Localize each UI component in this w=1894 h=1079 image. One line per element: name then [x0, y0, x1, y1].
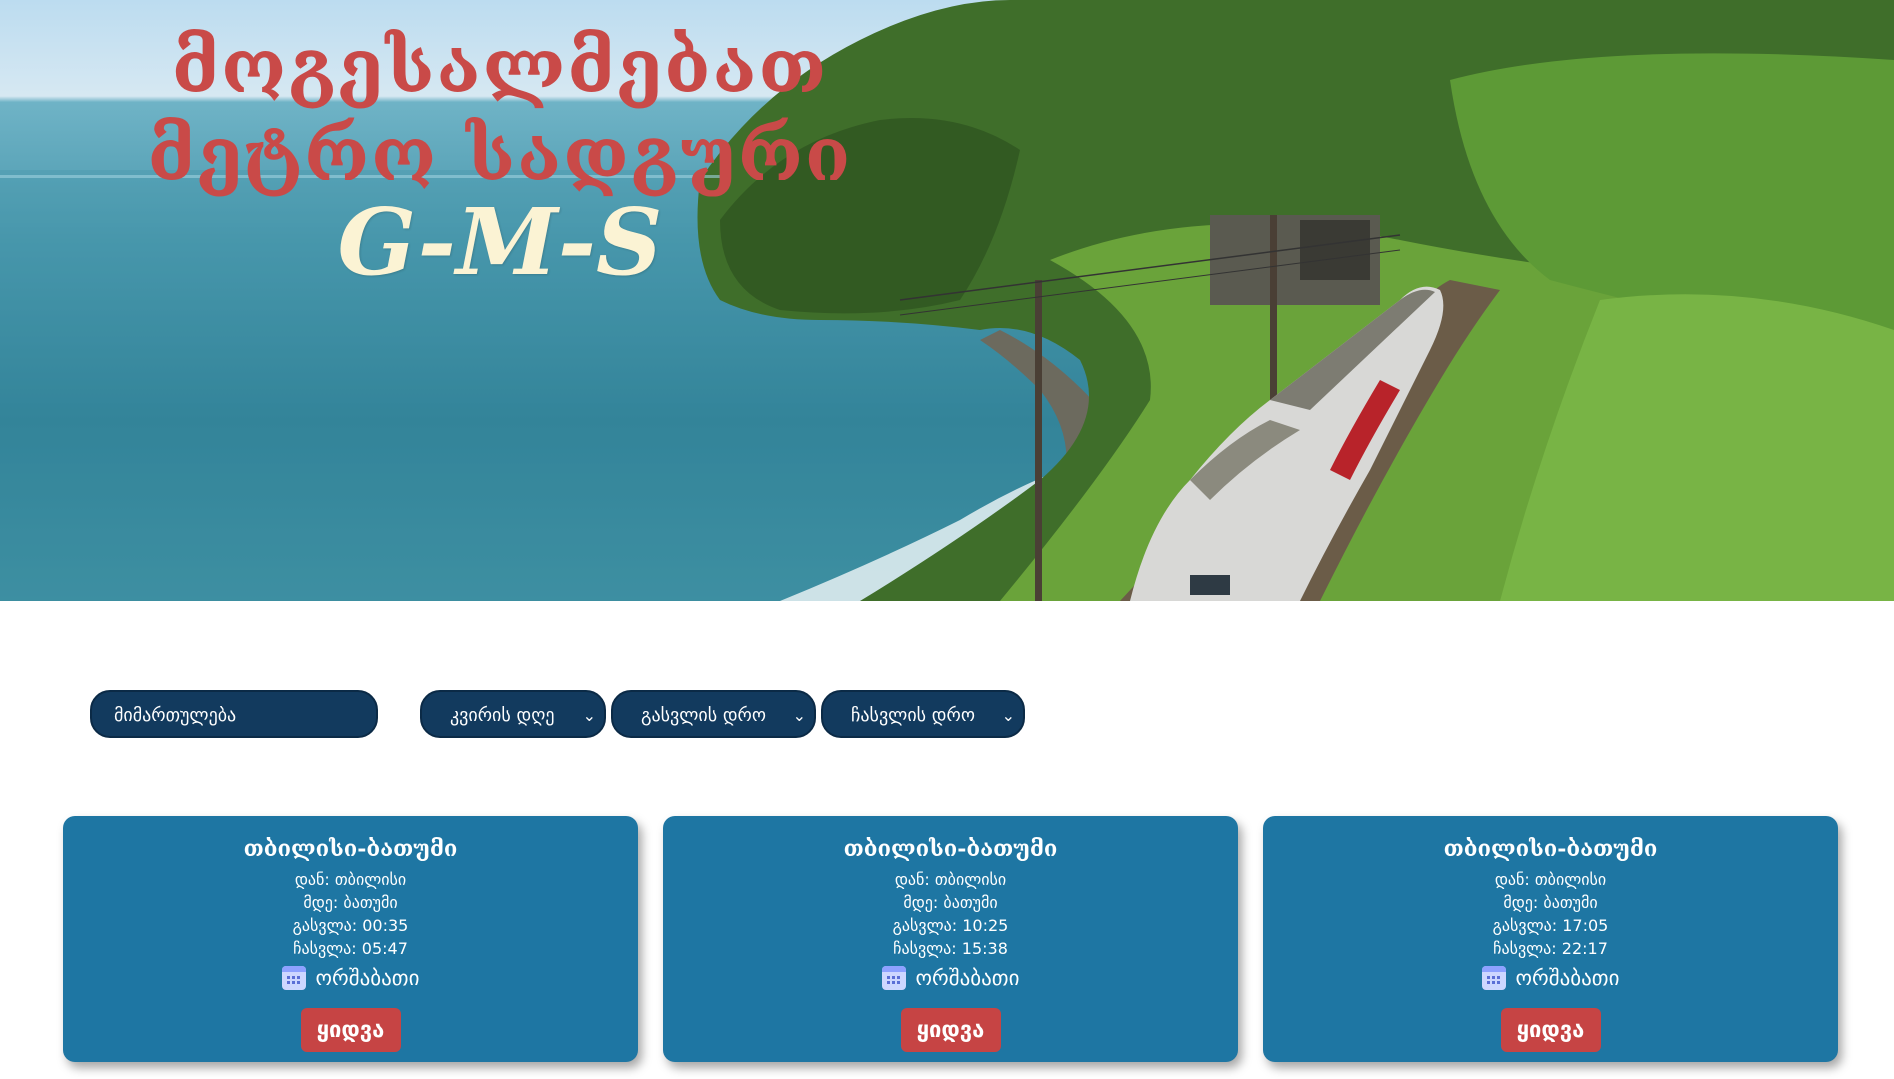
- card-to: მდე: ბათუმი: [303, 893, 398, 912]
- arrival-time-select[interactable]: ჩასვლის დრო ⌄: [821, 690, 1025, 738]
- chevron-down-icon: ⌄: [792, 706, 806, 725]
- train-card-list: თბილისი-ბათუმი დან: თბილისი მდე: ბათუმი …: [0, 816, 1894, 1064]
- buy-button[interactable]: ყიდვა: [300, 1008, 401, 1052]
- card-route: თბილისი-ბათუმი: [843, 836, 1058, 862]
- calendar-icon: [881, 966, 906, 990]
- card-day-label: ორშაბათი: [1515, 966, 1620, 990]
- card-day: ორშაბათი: [881, 966, 1020, 990]
- card-departure: გასვლა: 00:35: [292, 916, 409, 935]
- card-arrival: ჩასვლა: 22:17: [1493, 939, 1608, 958]
- day-select[interactable]: კვირის დღე ⌄: [420, 690, 606, 738]
- calendar-icon: [281, 966, 306, 990]
- card-departure: გასვლა: 17:05: [1492, 916, 1609, 935]
- buy-button[interactable]: ყიდვა: [900, 1008, 1001, 1052]
- card-from: დან: თბილისი: [1494, 870, 1607, 889]
- card-arrival: ჩასვლა: 05:47: [293, 939, 408, 958]
- direction-input[interactable]: მიმართულება: [90, 690, 378, 738]
- train-card: თბილისი-ბათუმი დან: თბილისი მდე: ბათუმი …: [1263, 816, 1838, 1062]
- departure-select-label: გასვლის დრო: [641, 705, 767, 726]
- card-to: მდე: ბათუმი: [903, 893, 998, 912]
- card-day-label: ორშაბათი: [315, 966, 420, 990]
- hero-banner: მოგესალმებათ მეტრო სადგური G-M-S: [0, 0, 1894, 601]
- card-departure: გასვლა: 10:25: [892, 916, 1009, 935]
- buy-button[interactable]: ყიდვა: [1500, 1008, 1601, 1052]
- hero-title-line-1: მოგესალმებათ: [171, 24, 829, 110]
- chevron-down-icon: ⌄: [1001, 706, 1015, 725]
- card-arrival: ჩასვლა: 15:38: [893, 939, 1008, 958]
- card-from: დან: თბილისი: [894, 870, 1007, 889]
- card-day: ორშაბათი: [281, 966, 420, 990]
- card-from: დან: თბილისი: [294, 870, 407, 889]
- hero-title-logo: G-M-S: [337, 188, 663, 296]
- departure-time-select[interactable]: გასვლის დრო ⌄: [611, 690, 816, 738]
- train-card: თბილისი-ბათუმი დან: თბილისი მდე: ბათუმი …: [663, 816, 1238, 1062]
- train-card: თბილისი-ბათუმი დან: თბილისი მდე: ბათუმი …: [63, 816, 638, 1062]
- card-day: ორშაბათი: [1481, 966, 1620, 990]
- chevron-down-icon: ⌄: [582, 706, 596, 725]
- filter-bar: მიმართულება კვირის დღე ⌄ გასვლის დრო ⌄ ჩ…: [0, 690, 1894, 740]
- calendar-icon: [1481, 966, 1506, 990]
- card-day-label: ორშაბათი: [915, 966, 1020, 990]
- day-select-label: კვირის დღე: [450, 705, 555, 726]
- card-route: თბილისი-ბათუმი: [1443, 836, 1658, 862]
- hero-title: მოგესალმებათ მეტრო სადგური G-M-S: [120, 30, 880, 288]
- card-to: მდე: ბათუმი: [1503, 893, 1598, 912]
- hero-title-line-2: მეტრო სადგური: [147, 112, 853, 198]
- card-route: თბილისი-ბათუმი: [243, 836, 458, 862]
- arrival-select-label: ჩასვლის დრო: [851, 705, 975, 726]
- direction-input-placeholder: მიმართულება: [114, 705, 237, 726]
